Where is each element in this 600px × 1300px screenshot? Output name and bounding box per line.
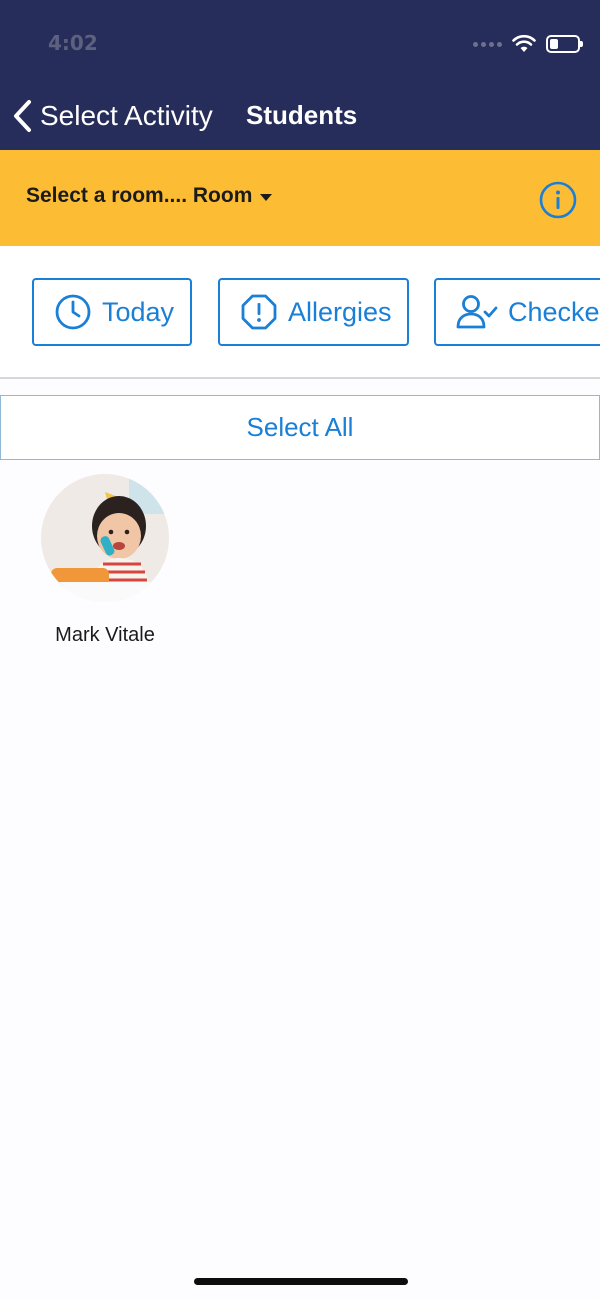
student-card[interactable]: Mark Vitale — [30, 474, 180, 647]
room-selector[interactable]: Select a room.... Room — [26, 184, 273, 208]
info-icon — [539, 181, 577, 219]
chevron-left-icon — [14, 100, 31, 132]
filter-allergies[interactable]: Allergies — [218, 278, 409, 346]
status-icons — [473, 32, 583, 56]
battery-icon — [546, 35, 583, 53]
filter-today[interactable]: Today — [32, 278, 192, 346]
alert-octagon-icon — [241, 294, 277, 330]
filter-allergies-label: Allergies — [288, 296, 392, 327]
room-bar: Select a room.... Room — [0, 150, 600, 246]
info-button[interactable] — [538, 180, 578, 220]
room-selector-label: Select a room.... Room — [26, 184, 253, 207]
clock-icon — [55, 294, 91, 330]
page-title: Students — [246, 100, 358, 130]
app-header: 4:02 Select Activity Students — [0, 0, 600, 150]
wifi-icon — [512, 35, 536, 52]
home-indicator[interactable] — [194, 1278, 408, 1285]
filter-bar: Today Allergies Checked — [0, 246, 600, 379]
filter-checked[interactable]: Checked — [434, 278, 600, 346]
filter-today-label: Today — [102, 296, 175, 327]
caret-down-icon — [260, 193, 273, 201]
avatar — [41, 474, 169, 602]
back-button[interactable]: Select Activity — [10, 94, 213, 138]
student-photo — [41, 474, 169, 602]
user-check-icon — [456, 295, 498, 329]
student-name: Mark Vitale — [55, 624, 155, 646]
filter-checked-label: Checked — [508, 296, 600, 327]
select-all-label: Select All — [246, 412, 354, 442]
back-button-label: Select Activity — [40, 100, 213, 131]
signal-icon — [473, 41, 502, 47]
status-time: 4:02 — [48, 31, 98, 55]
select-all-button[interactable]: Select All — [0, 395, 600, 460]
